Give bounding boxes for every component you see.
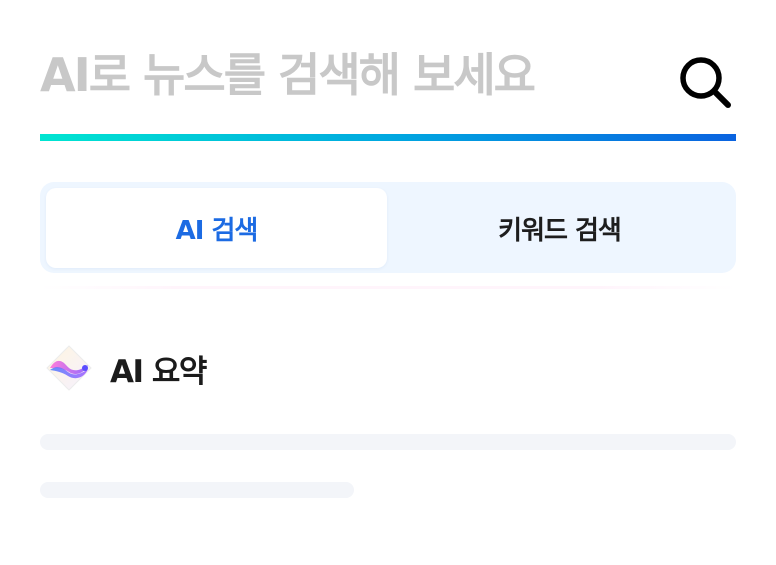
search-button[interactable] <box>678 54 736 112</box>
tab-ai-search[interactable]: AI 검색 <box>46 188 387 268</box>
tab-keyword-search[interactable]: 키워드 검색 <box>389 188 730 268</box>
ai-summary-icon <box>46 345 92 391</box>
divider <box>40 286 736 289</box>
search-page: AI 검색 키워드 검색 <box>0 0 776 565</box>
search-icon <box>680 57 731 108</box>
ai-summary-header: AI 요약 <box>44 343 207 393</box>
summary-loading-line <box>40 434 736 450</box>
search-mode-tabs: AI 검색 키워드 검색 <box>40 182 736 273</box>
search-bar <box>40 40 736 112</box>
summary-loading-line <box>40 482 354 498</box>
ai-summary-title: AI 요약 <box>110 353 207 390</box>
tab-keyword-search-label: 키워드 검색 <box>498 215 622 246</box>
search-input[interactable] <box>40 44 660 106</box>
search-underline <box>40 134 736 141</box>
tab-ai-search-label: AI 검색 <box>175 215 259 246</box>
